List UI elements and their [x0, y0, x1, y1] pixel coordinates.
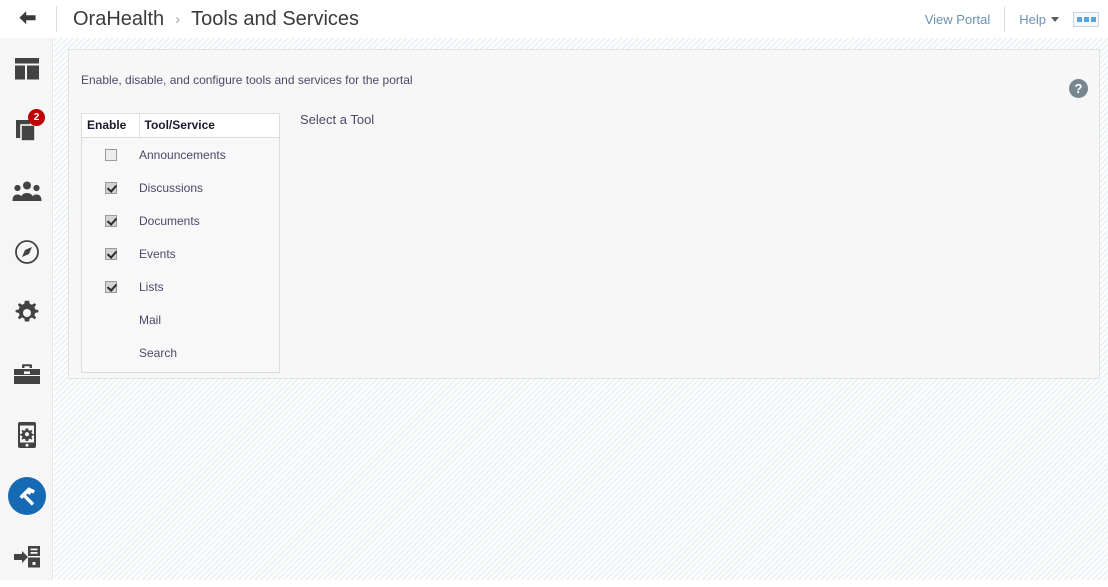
table-row: Mail: [82, 303, 279, 336]
table-row: Documents: [82, 204, 279, 237]
tool-link-mail[interactable]: Mail: [139, 313, 161, 327]
server-import-icon: [13, 545, 41, 569]
tool-link-events[interactable]: Events: [139, 247, 176, 261]
sidebar-item-assets[interactable]: 2: [0, 99, 53, 160]
column-header-enable: Enable: [82, 114, 140, 138]
enable-checkbox-discussions[interactable]: [104, 182, 117, 195]
enable-cell: [82, 204, 139, 237]
tool-link-announcements[interactable]: Announcements: [139, 148, 226, 162]
enable-checkbox-events[interactable]: [104, 248, 117, 261]
enable-cell: [82, 171, 139, 204]
table-row: Lists: [82, 270, 279, 303]
top-header-bar: OraHealth › Tools and Services View Port…: [0, 0, 1108, 38]
sidebar-item-device[interactable]: [0, 404, 53, 465]
breadcrumb-separator-icon: ›: [175, 10, 181, 28]
enable-cell: [82, 336, 139, 369]
question-mark-icon[interactable]: ?: [1069, 79, 1088, 98]
tool-detail-placeholder: Select a Tool: [300, 112, 375, 127]
tool-link-discussions[interactable]: Discussions: [139, 181, 203, 195]
sidebar-item-members[interactable]: [0, 160, 53, 221]
tools-table: Enable Tool/Service Announcements Discus…: [82, 114, 279, 369]
back-arrow-icon: [17, 9, 39, 30]
sidebar-item-toolbox[interactable]: [0, 343, 53, 404]
breadcrumb-portal-link[interactable]: OraHealth: [73, 8, 164, 31]
tool-name-cell: Documents: [139, 204, 279, 237]
enable-checkbox-announcements[interactable]: [104, 149, 117, 162]
view-portal-link[interactable]: View Portal: [925, 12, 991, 27]
sidebar-item-overview[interactable]: [0, 38, 53, 99]
tool-name-cell: Announcements: [139, 138, 279, 172]
breadcrumb: OraHealth › Tools and Services: [57, 8, 359, 31]
sidebar-item-discover[interactable]: [0, 221, 53, 282]
help-menu-label: Help: [1019, 11, 1046, 27]
enable-checkbox-documents[interactable]: [104, 215, 117, 228]
enable-cell: [82, 303, 139, 336]
tool-name-cell: Events: [139, 237, 279, 270]
tools-table-container: Enable Tool/Service Announcements Discus…: [81, 113, 280, 373]
hammer-icon: [15, 484, 39, 508]
tool-name-cell: Search: [139, 336, 279, 369]
tools-and-services-panel: Enable, disable, and configure tools and…: [68, 49, 1100, 379]
panel-description: Enable, disable, and configure tools and…: [81, 73, 413, 87]
header-actions: View Portal Help: [925, 6, 1108, 32]
enable-cell: [82, 270, 139, 303]
tool-name-cell: Mail: [139, 303, 279, 336]
sidebar-item-tools[interactable]: [0, 465, 53, 526]
header-actions-divider: [1004, 6, 1006, 32]
toolbox-icon: [13, 363, 41, 385]
tool-name-cell: Lists: [139, 270, 279, 303]
tool-link-documents[interactable]: Documents: [139, 214, 200, 228]
panel-block-1: [1076, 16, 1082, 22]
column-header-tool-service: Tool/Service: [139, 114, 279, 138]
panel-layout-icon[interactable]: [1073, 11, 1099, 27]
back-button[interactable]: [0, 0, 56, 38]
tool-link-lists[interactable]: Lists: [139, 280, 164, 294]
table-row: Discussions: [82, 171, 279, 204]
people-group-icon: [12, 180, 42, 202]
chevron-down-icon: [1051, 16, 1059, 22]
sidebar-item-settings[interactable]: [0, 282, 53, 343]
enable-cell: [82, 138, 139, 172]
dashboard-layout-icon: [14, 57, 40, 81]
table-header-row: Enable Tool/Service: [82, 114, 279, 138]
enable-checkbox-lists[interactable]: [104, 281, 117, 294]
left-sidebar: 2: [0, 38, 53, 580]
sidebar-badge-count: 2: [28, 109, 45, 126]
enable-cell: [82, 237, 139, 270]
gear-icon: [14, 300, 40, 326]
help-menu-button[interactable]: Help: [1019, 12, 1059, 27]
table-row: Events: [82, 237, 279, 270]
panel-block-3: [1090, 16, 1096, 22]
sidebar-item-deploy[interactable]: [0, 526, 53, 587]
main-content-area: Enable, disable, and configure tools and…: [54, 38, 1108, 580]
panel-block-2: [1083, 16, 1089, 22]
breadcrumb-current-page: Tools and Services: [191, 7, 360, 30]
compass-icon: [14, 239, 40, 265]
table-row: Search: [82, 336, 279, 369]
table-row: Announcements: [82, 138, 279, 172]
tool-name-cell: Discussions: [139, 171, 279, 204]
tool-link-search[interactable]: Search: [139, 346, 177, 360]
tools-table-body: Announcements Discussions Documents Even…: [82, 138, 279, 370]
mobile-settings-icon: [17, 421, 37, 449]
